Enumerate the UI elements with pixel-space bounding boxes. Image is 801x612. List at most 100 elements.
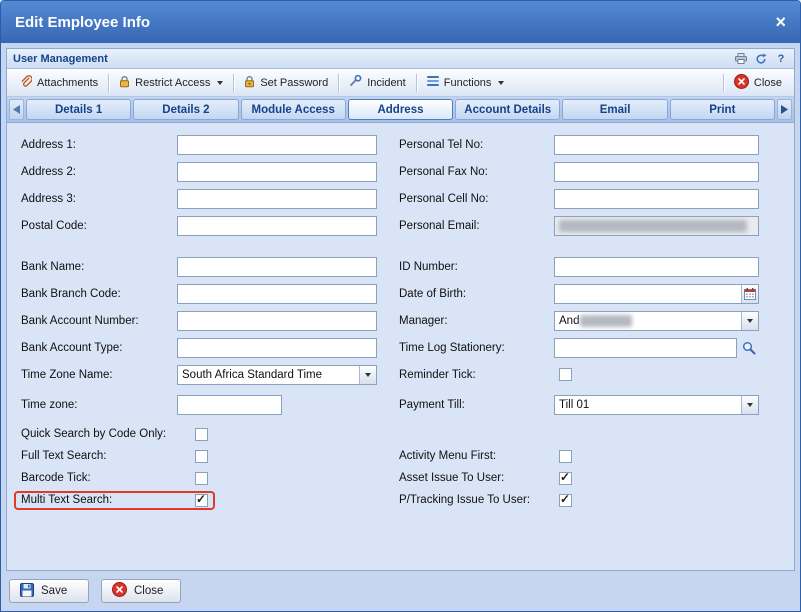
tab-account-details[interactable]: Account Details xyxy=(455,99,560,120)
dialog-footer: Save Close xyxy=(6,576,795,606)
spacer xyxy=(21,239,391,253)
panel-title: User Management xyxy=(13,53,108,65)
field-label: Personal Fax No: xyxy=(399,166,554,178)
tab-scroll-left-icon[interactable] xyxy=(9,99,24,120)
multi-text-search-highlight-box: Multi Text Search: xyxy=(14,491,215,510)
set-password-button[interactable]: Set Password xyxy=(238,72,334,94)
field-label: Bank Account Type: xyxy=(21,342,177,354)
field-label: Manager: xyxy=(399,315,554,327)
field-label: Bank Branch Code: xyxy=(21,288,177,300)
tab-details-1[interactable]: Details 1 xyxy=(26,99,131,120)
address-3-input[interactable] xyxy=(177,189,377,209)
activity-menu-first-checkbox[interactable] xyxy=(559,450,572,463)
dialog-close-icon[interactable]: × xyxy=(775,13,786,31)
restrict-access-button[interactable]: Restrict Access xyxy=(113,72,229,94)
toolbar: Attachments Restrict Access Set Password… xyxy=(7,69,794,97)
id-number-input[interactable] xyxy=(554,257,759,277)
tab-module-access[interactable]: Module Access xyxy=(241,99,346,120)
bank-account-number-input[interactable] xyxy=(177,311,377,331)
field-label: P/Tracking Issue To User: xyxy=(399,494,554,506)
chevron-down-icon xyxy=(741,396,758,414)
quick-search-by-code-checkbox[interactable] xyxy=(195,428,208,441)
bank-name-input[interactable] xyxy=(177,257,377,277)
field-label: Payment Till: xyxy=(399,399,554,411)
time-log-stationery-input[interactable] xyxy=(554,338,737,358)
field-label: Asset Issue To User: xyxy=(399,472,554,484)
dialog-titlebar: Edit Employee Info × xyxy=(1,1,800,43)
field-label: Address 3: xyxy=(21,193,177,205)
help-icon[interactable]: ? xyxy=(774,52,788,66)
paperclip-icon xyxy=(19,75,32,91)
asset-issue-to-user-checkbox[interactable] xyxy=(559,472,572,485)
bank-branch-code-input[interactable] xyxy=(177,284,377,304)
reminder-tick-checkbox[interactable] xyxy=(559,368,572,381)
personal-fax-no-input[interactable] xyxy=(554,162,759,182)
field-label: Multi Text Search: xyxy=(21,494,177,506)
field-label: Personal Email: xyxy=(399,220,554,232)
field-label: Personal Cell No: xyxy=(399,193,554,205)
time-zone-name-select[interactable]: South Africa Standard Time xyxy=(177,365,377,385)
date-of-birth-input[interactable] xyxy=(554,284,759,304)
barcode-tick-checkbox[interactable] xyxy=(195,472,208,485)
search-icon[interactable] xyxy=(740,339,758,357)
user-management-panel: User Management ? Attachments xyxy=(6,48,795,571)
payment-till-select[interactable]: Till 01 xyxy=(554,395,759,415)
field-label: ID Number: xyxy=(399,261,554,273)
personal-email-input-redacted[interactable] xyxy=(554,216,759,236)
tab-email[interactable]: Email xyxy=(562,99,667,120)
refresh-icon[interactable] xyxy=(754,52,768,66)
close-circle-icon xyxy=(112,582,127,600)
panel-header-icons: ? xyxy=(734,52,788,66)
tab-print[interactable]: Print xyxy=(670,99,775,120)
full-text-search-checkbox[interactable] xyxy=(195,450,208,463)
spacer xyxy=(399,418,794,445)
save-button[interactable]: Save xyxy=(9,579,89,603)
chevron-down-icon xyxy=(359,366,376,384)
manager-select[interactable]: And xyxy=(554,311,759,331)
tab-details-2[interactable]: Details 2 xyxy=(133,99,238,120)
personal-cell-no-input[interactable] xyxy=(554,189,759,209)
print-icon[interactable] xyxy=(734,52,748,66)
ptracking-issue-to-user-checkbox[interactable] xyxy=(559,494,572,507)
field-label: Time Log Stationery: xyxy=(399,342,554,354)
lock-icon xyxy=(119,75,130,91)
bank-account-type-input[interactable] xyxy=(177,338,377,358)
toolbar-separator xyxy=(723,74,724,92)
field-label: Address 2: xyxy=(21,166,177,178)
functions-icon xyxy=(427,76,439,89)
dialog-frame: User Management ? Attachments xyxy=(1,43,800,611)
multi-text-search-checkbox[interactable] xyxy=(195,494,208,507)
close-circle-icon xyxy=(734,74,749,92)
tab-strip: Details 1 Details 2 Module Access Addres… xyxy=(7,97,794,123)
field-label: Barcode Tick: xyxy=(21,472,177,484)
tab-scroll-right-icon[interactable] xyxy=(777,99,792,120)
field-label: Reminder Tick: xyxy=(399,369,554,381)
field-label: Quick Search by Code Only: xyxy=(21,428,177,440)
field-label: Date of Birth: xyxy=(399,288,554,300)
date-of-birth-field xyxy=(554,284,759,304)
field-label: Full Text Search: xyxy=(21,450,177,462)
field-label: Bank Account Number: xyxy=(21,315,177,327)
field-label: Time zone: xyxy=(21,399,177,411)
redacted-text xyxy=(559,220,747,232)
address-2-input[interactable] xyxy=(177,162,377,182)
incident-icon xyxy=(349,75,362,90)
toolbar-close-button[interactable]: Close xyxy=(728,71,788,95)
attachments-button[interactable]: Attachments xyxy=(13,72,104,94)
form-left-column: Address 1: Address 2: Address 3: Postal … xyxy=(21,131,391,570)
tab-address[interactable]: Address xyxy=(348,99,453,120)
address-1-input[interactable] xyxy=(177,135,377,155)
personal-tel-no-input[interactable] xyxy=(554,135,759,155)
padlock-icon xyxy=(244,75,255,91)
redacted-text xyxy=(580,315,632,327)
edit-employee-info-dialog: Edit Employee Info × User Management ? xyxy=(0,0,801,612)
toolbar-separator xyxy=(233,74,234,92)
calendar-icon[interactable] xyxy=(741,285,758,303)
time-zone-input[interactable] xyxy=(177,395,282,415)
dialog-title: Edit Employee Info xyxy=(15,14,150,31)
incident-button[interactable]: Incident xyxy=(343,72,412,93)
chevron-down-icon xyxy=(741,312,758,330)
postal-code-input[interactable] xyxy=(177,216,377,236)
close-button[interactable]: Close xyxy=(101,579,181,603)
functions-button[interactable]: Functions xyxy=(421,73,511,92)
